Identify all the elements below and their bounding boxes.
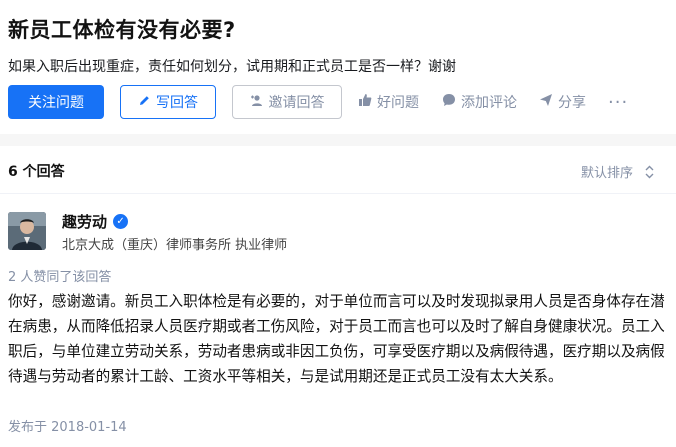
author-name[interactable]: 趣劳动 ✓	[62, 211, 129, 232]
follow-label: 关注问题	[28, 95, 84, 111]
add-comment-label: 添加评论	[461, 95, 517, 111]
question-card: 新员工体检有没有必要? 如果入职后出现重症，责任如何划分，试用期和正式员工是否一…	[0, 0, 676, 134]
write-label: 写回答	[156, 95, 198, 111]
sort-label: 默认排序	[580, 166, 633, 181]
author-name-text: 趣劳动	[62, 213, 108, 231]
invite-label: 邀请回答	[268, 95, 325, 111]
sort-dropdown[interactable]: 默认排序	[581, 162, 654, 181]
publish-date[interactable]: 发布于 2018-01-14	[8, 416, 127, 435]
question-title: 新员工体检有没有必要?	[8, 18, 236, 42]
answer-count: 6 个回答	[8, 164, 65, 180]
invite-user-icon	[250, 94, 264, 111]
author-bio: 北京大成（重庆）律师事务所 执业律师	[62, 238, 288, 253]
write-answer-button[interactable]: 写回答	[120, 85, 216, 119]
comment-icon	[442, 93, 456, 111]
share-label: 分享	[558, 95, 586, 111]
voters-count[interactable]: 2 人赞同了该回答	[8, 266, 111, 285]
more-options-icon[interactable]: ···	[608, 85, 628, 119]
share-button[interactable]: 分享	[539, 85, 586, 119]
answers-header: 6 个回答 默认排序	[0, 146, 676, 194]
answer-content: 你好，感谢邀请。新员工入职体检是有必要的，对于单位而言可以及时发现拟录用人员是否…	[8, 293, 665, 385]
invite-answer-button[interactable]: 邀请回答	[232, 85, 342, 119]
add-comment-button[interactable]: 添加评论	[442, 85, 517, 119]
question-actions: 关注问题 写回答 邀请回答 好问题 添加评论 分享 ···	[8, 85, 676, 119]
good-question-label: 好问题	[377, 95, 419, 111]
share-icon	[539, 93, 553, 111]
good-question-button[interactable]: 好问题	[358, 85, 419, 119]
thumbs-up-icon	[358, 93, 372, 111]
answers-card: 6 个回答 默认排序 趣劳动 ✓ 北京大成（重庆）律师事务所 执业律师 2 人赞…	[0, 146, 676, 447]
avatar[interactable]	[8, 212, 46, 250]
question-detail: 如果入职后出现重症，责任如何划分，试用期和正式员工是否一样？谢谢	[8, 59, 456, 75]
sort-chevron-icon	[645, 165, 654, 179]
follow-question-button[interactable]: 关注问题	[8, 85, 104, 119]
pencil-icon	[138, 94, 151, 111]
verified-badge-icon: ✓	[113, 214, 129, 229]
